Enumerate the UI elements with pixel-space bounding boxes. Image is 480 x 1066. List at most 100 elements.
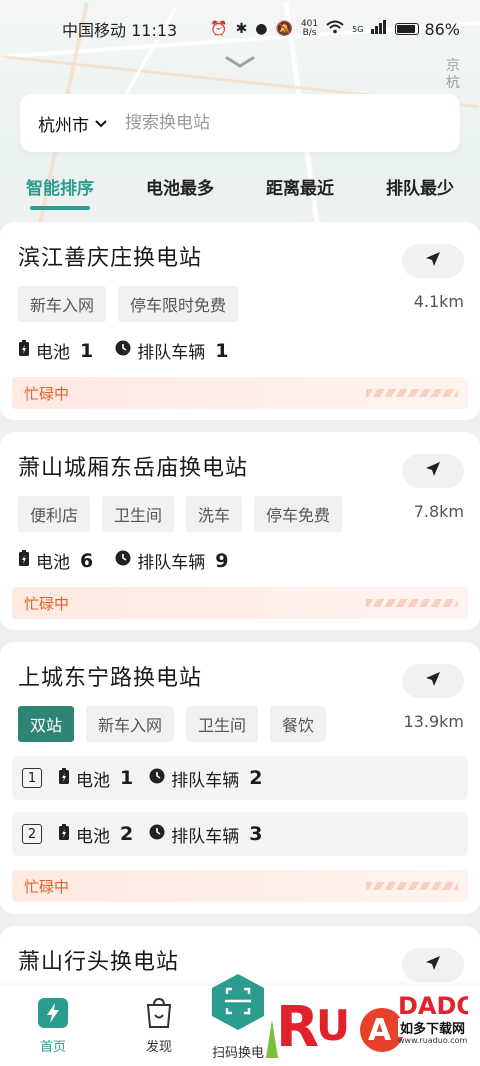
navigate-button[interactable] bbox=[402, 454, 464, 488]
wifi-icon bbox=[326, 20, 344, 38]
battery-stat: 电池 2 bbox=[58, 822, 133, 847]
station-distance: 13.9km bbox=[403, 712, 464, 731]
carrier-time: 中国移动 11:13 bbox=[62, 21, 178, 40]
home-lightning-icon bbox=[36, 996, 70, 1030]
status-text: 忙碌中 bbox=[24, 594, 70, 613]
queue-count: 2 bbox=[249, 767, 263, 789]
nav-discover[interactable]: 发现 bbox=[106, 996, 212, 1055]
navigation-arrow-icon bbox=[425, 461, 441, 481]
watermark-text: 如多下载网 bbox=[398, 1018, 468, 1037]
battery-percent: 86% bbox=[424, 19, 460, 39]
nav-home-label: 首页 bbox=[39, 1040, 66, 1055]
queue-label: 排队车辆 bbox=[137, 553, 206, 573]
battery-count: 1 bbox=[120, 767, 134, 789]
clock-icon bbox=[149, 768, 165, 789]
station-card[interactable]: 上城东宁路换电站 13.9km 双站 新车入网 卫生间 餐饮 1 电池 1 排队… bbox=[0, 642, 480, 914]
battery-charging-icon bbox=[18, 340, 30, 361]
tab-nearest[interactable]: 距离最近 bbox=[240, 168, 360, 216]
queue-stat: 排队车辆 3 bbox=[149, 822, 262, 847]
station-name: 萧山城厢东岳庙换电站 bbox=[18, 456, 249, 481]
signal-5g: 5G bbox=[352, 24, 364, 34]
navigation-arrow-icon bbox=[425, 671, 441, 691]
battery-stat: 电池 1 bbox=[58, 766, 133, 791]
station-tag: 新车入网 bbox=[18, 286, 107, 322]
city-selector[interactable]: 杭州市 bbox=[38, 111, 107, 136]
sort-tabs: 智能排序 电池最多 距离最近 排队最少 bbox=[0, 168, 480, 216]
station-distance: 4.1km bbox=[413, 292, 464, 311]
queue-stat: 排队车辆 1 bbox=[115, 338, 228, 363]
battery-count: 2 bbox=[120, 823, 134, 845]
busy-stripes bbox=[366, 389, 458, 397]
sub-station-index: 1 bbox=[22, 768, 42, 788]
signal-icon bbox=[371, 20, 387, 38]
queue-stat: 排队车辆 2 bbox=[149, 766, 262, 791]
navigation-arrow-icon bbox=[425, 955, 441, 975]
status-text: 忙碌中 bbox=[24, 877, 70, 896]
alarm-icon: ⏰ bbox=[210, 21, 228, 37]
busy-status-bar: 忙碌中 bbox=[12, 870, 468, 902]
station-tag: 卫生间 bbox=[186, 706, 259, 742]
nav-home[interactable]: 首页 bbox=[0, 996, 106, 1055]
station-stats: 电池 6 排队车辆 9 bbox=[18, 548, 464, 573]
tab-most-batteries[interactable]: 电池最多 bbox=[120, 168, 240, 216]
battery-label: 电池 bbox=[36, 553, 70, 573]
station-tag: 洗车 bbox=[186, 496, 243, 532]
station-tag: 停车免费 bbox=[254, 496, 343, 532]
battery-icon bbox=[395, 23, 420, 35]
station-card[interactable]: 滨江善庆庄换电站 4.1km 新车入网 停车限时免费 电池 1 排队车辆 1 忙… bbox=[0, 222, 480, 420]
battery-count: 6 bbox=[80, 549, 94, 572]
mute-icon: 🔕 bbox=[275, 21, 293, 37]
busy-stripes bbox=[366, 599, 458, 607]
busy-stripes bbox=[366, 882, 458, 890]
dual-station-tag: 双站 bbox=[18, 706, 75, 742]
queue-label: 排队车辆 bbox=[171, 826, 240, 847]
clock-icon bbox=[115, 340, 131, 361]
station-tag: 便利店 bbox=[18, 496, 91, 532]
city-label: 杭州市 bbox=[38, 115, 89, 136]
tab-shortest-queue[interactable]: 排队最少 bbox=[360, 168, 480, 216]
scan-swap-label: 扫码换电 bbox=[212, 1046, 265, 1061]
tab-smart-sort[interactable]: 智能排序 bbox=[0, 168, 120, 216]
chevron-down-icon bbox=[95, 113, 107, 133]
collapse-chevron-icon[interactable] bbox=[224, 54, 256, 68]
busy-status-bar: 忙碌中 bbox=[12, 587, 468, 619]
scan-swap-button[interactable] bbox=[210, 972, 266, 1032]
queue-label: 排队车辆 bbox=[171, 770, 240, 791]
navigate-button[interactable] bbox=[402, 244, 464, 278]
queue-label: 排队车辆 bbox=[137, 343, 206, 363]
station-tag: 卫生间 bbox=[102, 496, 175, 532]
queue-stat: 排队车辆 9 bbox=[115, 548, 228, 573]
status-text: 忙碌中 bbox=[24, 384, 70, 403]
station-tags: 双站 新车入网 卫生间 餐饮 bbox=[18, 706, 464, 742]
nav-discover-label: 发现 bbox=[145, 1040, 172, 1055]
map-place-label: 京杭 bbox=[446, 58, 460, 91]
battery-charging-icon bbox=[18, 550, 30, 571]
queue-count: 1 bbox=[215, 339, 229, 362]
station-tag: 停车限时免费 bbox=[118, 286, 239, 322]
net-speed-unit: B/s bbox=[302, 28, 317, 38]
station-tag: 餐饮 bbox=[270, 706, 327, 742]
bluetooth-icon: ✱ bbox=[235, 21, 248, 37]
queue-count: 3 bbox=[249, 823, 263, 845]
station-distance: 7.8km bbox=[413, 502, 464, 521]
svg-text:A: A bbox=[368, 1013, 392, 1048]
discover-bag-icon bbox=[142, 996, 176, 1030]
battery-label: 电池 bbox=[76, 826, 110, 847]
navigate-button[interactable] bbox=[402, 664, 464, 698]
station-list: 滨江善庆庄换电站 4.1km 新车入网 停车限时免费 电池 1 排队车辆 1 忙… bbox=[0, 222, 480, 1058]
search-input[interactable] bbox=[125, 113, 442, 133]
clock-icon bbox=[149, 824, 165, 845]
sub-station-row: 2 电池 2 排队车辆 3 bbox=[12, 812, 468, 856]
svg-text:DADO: DADO bbox=[398, 992, 468, 1020]
station-name: 滨江善庆庄换电站 bbox=[18, 246, 203, 271]
queue-count: 9 bbox=[215, 549, 229, 572]
station-card[interactable]: 萧山城厢东岳庙换电站 7.8km 便利店 卫生间 洗车 停车免费 电池 6 排队… bbox=[0, 432, 480, 630]
net-speed: 401 B/s bbox=[301, 20, 318, 38]
clock-icon bbox=[115, 550, 131, 571]
station-tag: 新车入网 bbox=[86, 706, 175, 742]
svg-text:R: R bbox=[276, 995, 319, 1060]
navigate-button[interactable] bbox=[402, 948, 464, 982]
battery-charging-icon bbox=[58, 767, 70, 789]
battery-indicator: 86% bbox=[395, 20, 460, 39]
sub-station-index: 2 bbox=[22, 824, 42, 844]
